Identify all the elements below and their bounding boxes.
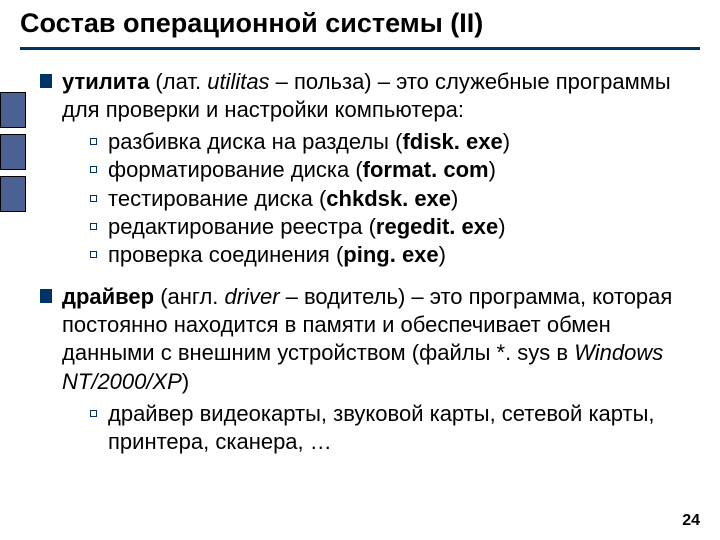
term-italic: utilitas bbox=[207, 69, 269, 94]
sub-text: ) bbox=[489, 157, 496, 182]
sub-list: разбивка диска на разделы (fdisk. exe) ф… bbox=[62, 128, 696, 269]
sub-text: проверка соединения ( bbox=[108, 242, 343, 267]
hollow-square-icon bbox=[90, 251, 97, 258]
sub-text: разбивка диска на разделы ( bbox=[108, 129, 402, 154]
content: утилита (лат. utilitas – польза) – это с… bbox=[0, 54, 720, 456]
hollow-square-icon bbox=[90, 138, 97, 145]
sub-bold: format. com bbox=[363, 157, 489, 182]
term-italic: driver bbox=[225, 284, 280, 309]
title-underline bbox=[20, 47, 700, 50]
sub-bold: chkdsk. exe bbox=[326, 186, 451, 211]
sub-text: редактирование реестра ( bbox=[108, 214, 376, 239]
square-bullet-icon bbox=[40, 74, 52, 88]
sub-text: ) bbox=[451, 186, 458, 211]
sub-text: форматирование диска ( bbox=[108, 157, 363, 182]
text-run: утилита (лат. utilitas – польза) – это с… bbox=[62, 69, 671, 122]
sub-bold: ping. exe bbox=[343, 242, 438, 267]
text-run: драйвер (англ. driver – водитель) – это … bbox=[62, 284, 672, 393]
term-bold: драйвер bbox=[62, 284, 154, 309]
term-bold: утилита bbox=[62, 69, 149, 94]
sub-text: ) bbox=[503, 129, 510, 154]
sub-item: редактирование реестра (regedit. exe) bbox=[90, 213, 696, 241]
sub-text: тестирование диска ( bbox=[108, 186, 326, 211]
title-area: Состав операционной системы (II) bbox=[0, 0, 720, 54]
bullet-utility: утилита (лат. utilitas – польза) – это с… bbox=[40, 68, 696, 269]
sub-bold: fdisk. exe bbox=[402, 129, 502, 154]
sub-text: ) bbox=[439, 242, 446, 267]
sub-item: форматирование диска (format. com) bbox=[90, 156, 696, 184]
hollow-square-icon bbox=[90, 410, 97, 417]
term-text: (лат. bbox=[149, 69, 207, 94]
sub-text: драйвер видеокарты, звуковой карты, сете… bbox=[108, 401, 655, 454]
term-text: ) bbox=[182, 369, 189, 394]
page-number: 24 bbox=[682, 512, 700, 530]
side-decor-box bbox=[0, 92, 26, 128]
sub-bold: regedit. exe bbox=[376, 214, 498, 239]
side-decor bbox=[0, 92, 26, 218]
sub-item: тестирование диска (chkdsk. exe) bbox=[90, 185, 696, 213]
hollow-square-icon bbox=[90, 223, 97, 230]
square-bullet-icon bbox=[40, 289, 52, 303]
sub-item: разбивка диска на разделы (fdisk. exe) bbox=[90, 128, 696, 156]
sub-item: проверка соединения (ping. exe) bbox=[90, 241, 696, 269]
side-decor-box bbox=[0, 176, 26, 212]
sub-item: драйвер видеокарты, звуковой карты, сете… bbox=[90, 400, 696, 456]
hollow-square-icon bbox=[90, 166, 97, 173]
sub-list: драйвер видеокарты, звуковой карты, сете… bbox=[62, 400, 696, 456]
sub-text: ) bbox=[498, 214, 505, 239]
hollow-square-icon bbox=[90, 195, 97, 202]
bullet-driver: драйвер (англ. driver – водитель) – это … bbox=[40, 283, 696, 456]
slide-title: Состав операционной системы (II) bbox=[20, 8, 700, 45]
term-text: (англ. bbox=[154, 284, 224, 309]
side-decor-box bbox=[0, 134, 26, 170]
slide: Состав операционной системы (II) утилита… bbox=[0, 0, 720, 540]
